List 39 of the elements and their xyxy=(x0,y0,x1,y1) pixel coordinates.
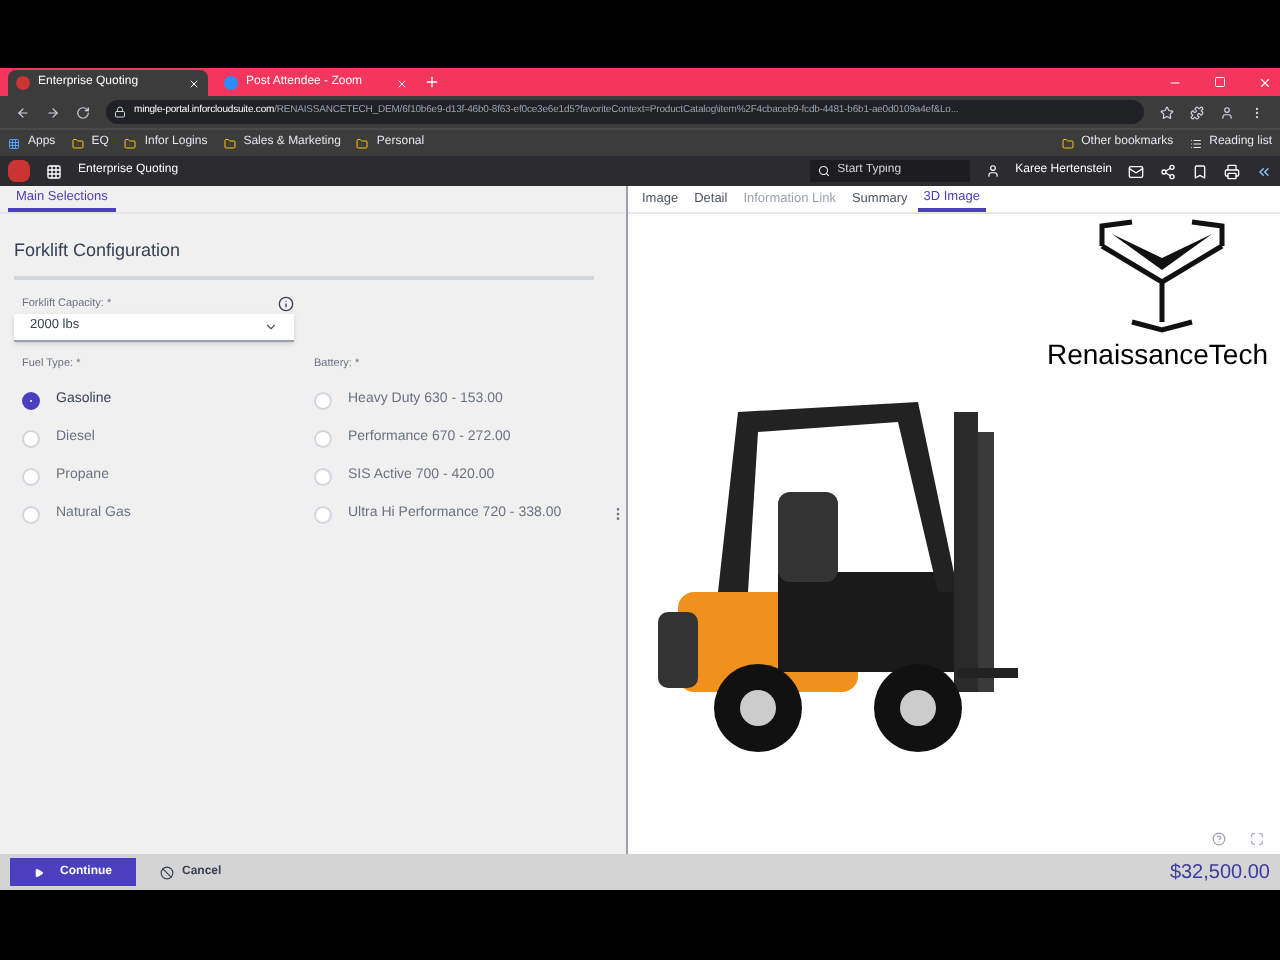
folder-icon xyxy=(356,137,369,149)
caret-icon xyxy=(264,319,278,334)
radio-button[interactable] xyxy=(22,392,40,410)
bookmark-icon[interactable] xyxy=(1192,163,1208,179)
lock-icon xyxy=(114,106,126,118)
play-icon xyxy=(34,867,44,877)
section-title: Forklift Configuration xyxy=(14,238,594,279)
info-icon[interactable] xyxy=(278,295,294,312)
folder-icon xyxy=(71,137,84,149)
share-icon[interactable] xyxy=(1160,163,1176,179)
collapse-icon[interactable] xyxy=(1256,163,1272,179)
help-icon[interactable] xyxy=(1212,832,1226,846)
close-window-icon[interactable] xyxy=(1258,76,1272,90)
star-icon[interactable] xyxy=(1160,105,1174,119)
maximize-icon[interactable] xyxy=(1214,76,1226,88)
total-price: $32,500.00 xyxy=(1169,859,1270,887)
mail-icon[interactable] xyxy=(1128,163,1144,179)
list-icon xyxy=(1189,137,1202,149)
user-icon xyxy=(985,164,1000,178)
tab-favicon-icon xyxy=(16,76,30,90)
tab-favicon-icon xyxy=(224,76,238,90)
folder-icon xyxy=(1061,137,1074,149)
profile-icon[interactable] xyxy=(1220,105,1234,119)
new-tab-icon[interactable] xyxy=(424,74,440,90)
extensions-icon[interactable] xyxy=(1190,105,1204,119)
search-icon xyxy=(817,164,830,178)
logo-text: RenaissanceTech xyxy=(1046,336,1268,374)
close-icon[interactable] xyxy=(188,77,200,89)
apps-grid-icon xyxy=(8,137,20,149)
reload-icon[interactable] xyxy=(76,105,90,119)
cancel-icon xyxy=(160,865,174,879)
back-icon[interactable] xyxy=(16,105,30,119)
app-logo-icon xyxy=(8,160,30,182)
print-icon[interactable] xyxy=(1224,163,1240,179)
forward-icon[interactable] xyxy=(46,105,60,119)
folder-icon xyxy=(124,137,137,149)
folder-icon xyxy=(223,137,236,149)
app-grid-icon[interactable] xyxy=(46,163,62,179)
menu-icon[interactable] xyxy=(1250,105,1264,119)
